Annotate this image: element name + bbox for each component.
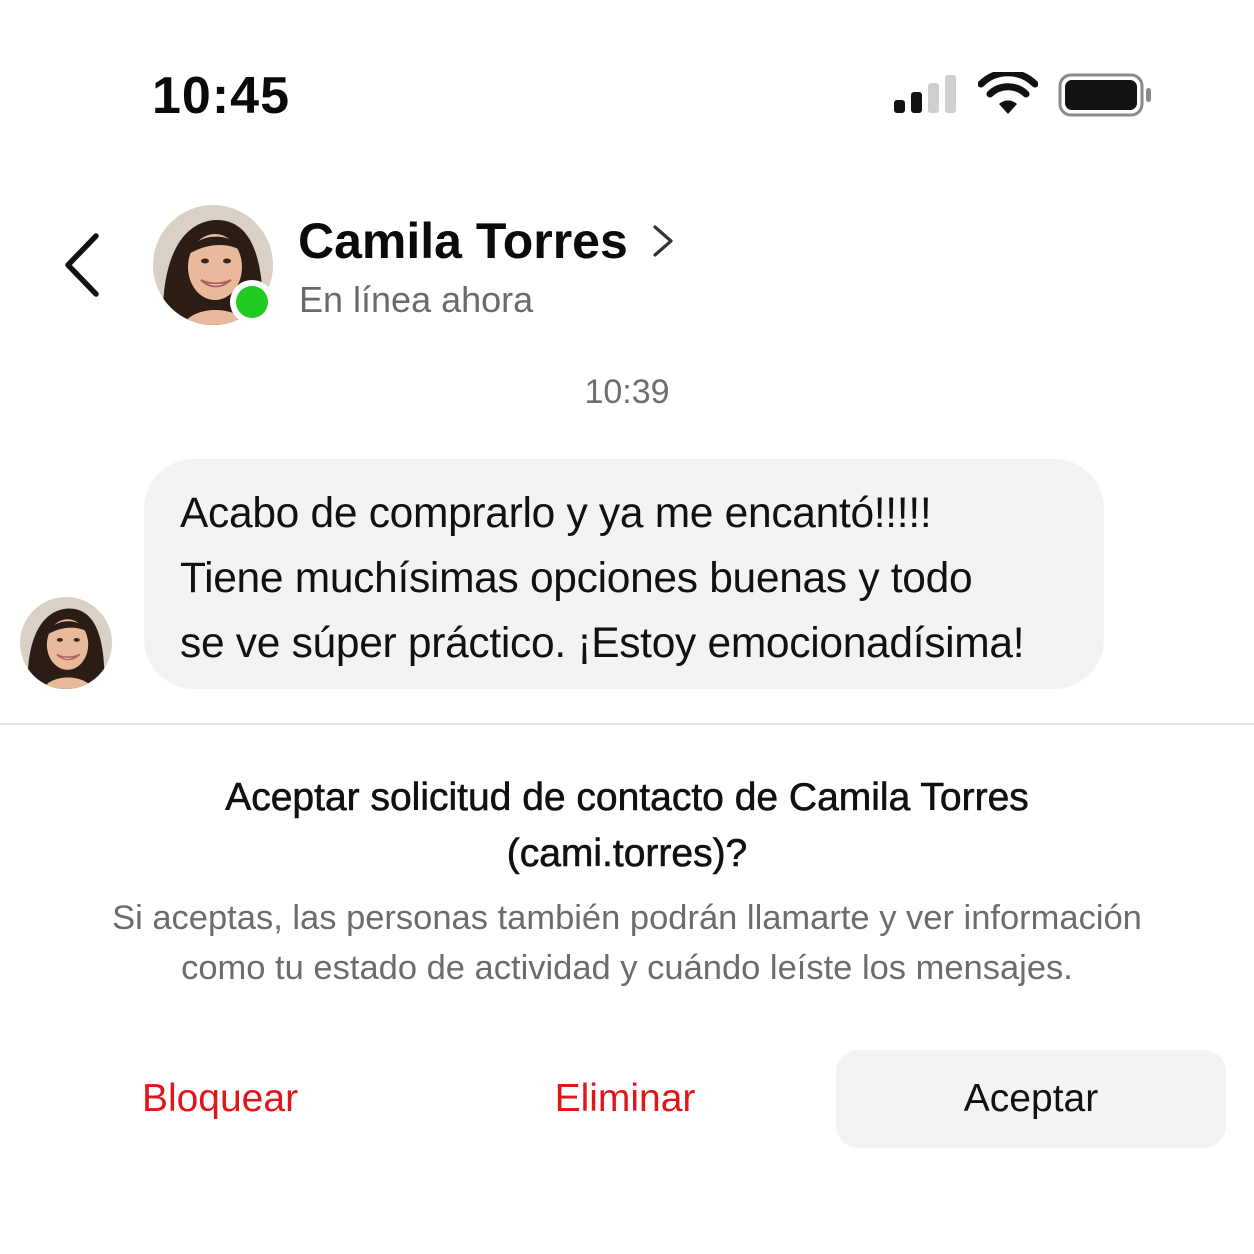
block-button[interactable]: Bloquear	[40, 1050, 400, 1148]
message-line: se ve súper práctico. ¡Estoy emocionadís…	[180, 620, 1025, 667]
message-bubble[interactable]: Acabo de comprarlo y ya me encantó!!!!! …	[144, 459, 1104, 689]
status-bar-time: 10:45	[152, 67, 290, 125]
message-line: Tiene muchísimas opciones buenas y todo	[180, 555, 973, 602]
message-avatar[interactable]	[20, 597, 112, 689]
message-timestamp: 10:39	[584, 373, 670, 411]
request-description-line: como tu estado de actividad y cuándo leí…	[181, 949, 1073, 987]
delete-button[interactable]: Eliminar	[445, 1050, 805, 1148]
message-line: Acabo de comprarlo y ya me encantó!!!!!	[180, 490, 932, 537]
request-description: Si aceptas, las personas también podrán …	[40, 893, 1214, 993]
chevron-right-icon[interactable]	[650, 224, 676, 258]
divider	[0, 723, 1254, 725]
request-title-line: Aceptar solicitud de contacto de Camila …	[225, 776, 1029, 820]
back-button[interactable]	[50, 222, 114, 308]
request-description-line: Si aceptas, las personas también podrán …	[112, 899, 1142, 937]
wifi-icon	[978, 72, 1038, 114]
contact-name[interactable]: Camila Torres	[298, 212, 628, 270]
accept-button[interactable]: Aceptar	[836, 1050, 1226, 1148]
chevron-left-icon	[65, 233, 99, 297]
contact-status: En línea ahora	[299, 279, 534, 320]
battery-icon	[1058, 73, 1151, 117]
request-title-line: (cami.torres)?	[506, 832, 748, 876]
request-title: Aceptar solicitud de contacto de Camila …	[60, 770, 1194, 882]
cellular-signal-icon	[894, 75, 956, 113]
online-status-indicator	[230, 280, 274, 324]
